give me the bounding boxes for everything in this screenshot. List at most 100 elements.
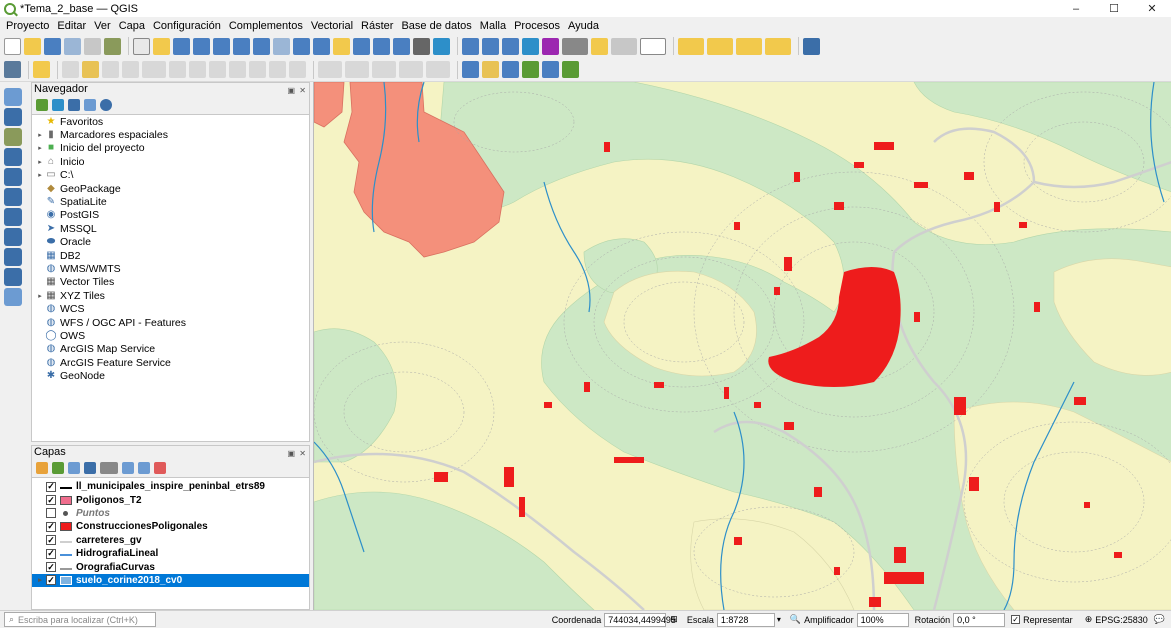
layer-item[interactable]: ✓ carreteres_gv: [32, 534, 309, 547]
cut-features-icon[interactable]: [209, 61, 226, 78]
save-as-icon[interactable]: [64, 37, 81, 55]
add-spatialite-icon[interactable]: [4, 188, 22, 206]
select-features-icon[interactable]: [678, 37, 704, 55]
current-edits-icon[interactable]: [62, 61, 79, 78]
expand-arrow-icon[interactable]: ▸: [35, 144, 45, 152]
scale-combo[interactable]: 1:8728: [716, 612, 775, 627]
maximize-button[interactable]: ☐: [1095, 0, 1133, 17]
coordinate-field[interactable]: 744034,4499495: [604, 612, 676, 627]
add-polygon-icon[interactable]: [426, 61, 450, 78]
open-project-icon[interactable]: [24, 37, 41, 55]
expand-arrow-icon[interactable]: ▸: [35, 158, 45, 166]
add-wms-icon[interactable]: [4, 228, 22, 246]
temporal-controller-icon[interactable]: [413, 37, 430, 55]
statistics-sigma-icon[interactable]: [542, 37, 559, 55]
layer-item[interactable]: ▸ ✓ suelo_corine2018_cv0: [32, 573, 309, 588]
browser-item[interactable]: ▸ ▭ C:\: [32, 169, 309, 182]
add-selected-layers-icon[interactable]: [36, 98, 48, 111]
delete-selected-icon[interactable]: [189, 61, 206, 78]
layer-visibility-checkbox[interactable]: ✓: [46, 535, 56, 546]
locator-search-input[interactable]: ⌕ Escriba para localizar (Ctrl+K): [4, 612, 156, 627]
add-geopackage-icon[interactable]: [4, 168, 22, 186]
browser-item[interactable]: ▸ ⌂ Inicio: [32, 155, 309, 168]
refresh-icon[interactable]: [433, 37, 450, 55]
menu-configuracion[interactable]: Configuración: [149, 20, 225, 32]
browser-item[interactable]: ◍ ArcGIS Feature Service: [32, 356, 309, 369]
layer-visibility-checkbox[interactable]: ✓: [46, 562, 56, 573]
annotation-icon[interactable]: [611, 37, 637, 55]
crs-button[interactable]: EPSG:25830: [1095, 615, 1148, 625]
filter-expression-icon[interactable]: [100, 461, 118, 474]
menu-base-de-datos[interactable]: Base de datos: [397, 20, 475, 32]
layer-item[interactable]: ✓ OrografiaCurvas: [32, 560, 309, 573]
expand-arrow-icon[interactable]: ▸: [35, 292, 45, 300]
label-tool-icon[interactable]: [462, 61, 479, 78]
pan-hand-icon[interactable]: [133, 37, 150, 55]
toggle-editing-icon[interactable]: [82, 61, 99, 78]
menu-malla[interactable]: Malla: [476, 20, 510, 32]
layer-item[interactable]: ✓ ConstruccionesPoligonales: [32, 520, 309, 533]
browser-item[interactable]: ◉ PostGIS: [32, 209, 309, 222]
browser-item[interactable]: ✱ GeoNode: [32, 369, 309, 382]
identify-icon[interactable]: [462, 37, 479, 55]
open-attribute-table-icon[interactable]: [482, 37, 499, 55]
print-layout-icon[interactable]: [84, 37, 101, 55]
add-ellipse-icon[interactable]: [372, 61, 396, 78]
move-label-icon[interactable]: [522, 61, 539, 78]
zoom-in-icon[interactable]: [173, 37, 190, 55]
magnifier-spinbox[interactable]: 100%: [856, 612, 909, 627]
expand-all-icon[interactable]: [122, 461, 134, 474]
rotation-spinbox[interactable]: 0,0 °: [953, 612, 1006, 627]
measure-icon[interactable]: [562, 37, 588, 55]
add-rectangle-icon[interactable]: [399, 61, 423, 78]
copy-features-icon[interactable]: [229, 61, 246, 78]
remove-layer-icon[interactable]: [154, 461, 166, 474]
filter-browser-icon[interactable]: [68, 98, 80, 111]
new-3d-view-icon[interactable]: [353, 37, 370, 55]
menu-proyecto[interactable]: Proyecto: [2, 20, 53, 32]
python-console-icon[interactable]: [33, 61, 50, 78]
layout-manager-icon[interactable]: [104, 37, 121, 55]
close-button[interactable]: ✕: [1133, 0, 1171, 17]
redo-icon[interactable]: [289, 61, 306, 78]
add-postgis-icon[interactable]: [4, 208, 22, 226]
zoom-full-icon[interactable]: [213, 37, 230, 55]
layer-visibility-checkbox[interactable]: ✓: [46, 548, 56, 559]
browser-item[interactable]: ◆ GeoPackage: [32, 182, 309, 195]
browser-item[interactable]: ▦ Vector Tiles: [32, 276, 309, 289]
layer-item[interactable]: ✓ HidrografiaLineal: [32, 547, 309, 560]
minimize-button[interactable]: –: [1057, 0, 1095, 17]
browser-item[interactable]: ◍ WFS / OGC API - Features: [32, 316, 309, 329]
add-wfs-icon[interactable]: [4, 268, 22, 286]
change-label-icon[interactable]: [562, 61, 579, 78]
browser-item[interactable]: ★ Favoritos: [32, 115, 309, 128]
add-mesh-layer-icon[interactable]: [4, 128, 22, 146]
layer-visibility-checkbox[interactable]: ✓: [46, 481, 56, 492]
new-project-icon[interactable]: [4, 37, 21, 55]
browser-item[interactable]: ⬬ Oracle: [32, 236, 309, 249]
processing-toolbox-icon[interactable]: [522, 37, 539, 55]
browser-item[interactable]: ▦ DB2: [32, 249, 309, 262]
new-shapefile-icon[interactable]: [4, 288, 22, 306]
layer-visibility-checkbox[interactable]: [46, 508, 56, 519]
zoom-out-icon[interactable]: [193, 37, 210, 55]
add-feature-icon[interactable]: [122, 61, 139, 78]
save-project-icon[interactable]: [44, 37, 61, 55]
browser-item[interactable]: ▸ ▮ Marcadores espaciales: [32, 128, 309, 141]
expand-arrow-icon[interactable]: ▸: [35, 131, 45, 139]
new-map-view-icon[interactable]: [333, 37, 350, 55]
menu-procesos[interactable]: Procesos: [510, 20, 564, 32]
menu-editar[interactable]: Editar: [53, 20, 90, 32]
zoom-selection-icon[interactable]: [233, 37, 250, 55]
browser-item[interactable]: ➤ MSSQL: [32, 222, 309, 235]
layer-item[interactable]: ✓ ll_municipales_inspire_peninbal_etrs89: [32, 480, 309, 493]
browser-item[interactable]: ✎ SpatiaLite: [32, 195, 309, 208]
browser-item[interactable]: ◍ WCS: [32, 302, 309, 315]
panel-float-close-icon[interactable]: ▣ ✕: [288, 447, 307, 460]
add-delimited-text-icon[interactable]: [4, 148, 22, 166]
map-tips-icon[interactable]: [591, 37, 608, 55]
zoom-next-icon[interactable]: [313, 37, 330, 55]
vertex-tool-icon[interactable]: [142, 61, 166, 78]
show-hide-labels-icon[interactable]: [502, 61, 519, 78]
layer-item[interactable]: Puntos: [32, 507, 309, 520]
